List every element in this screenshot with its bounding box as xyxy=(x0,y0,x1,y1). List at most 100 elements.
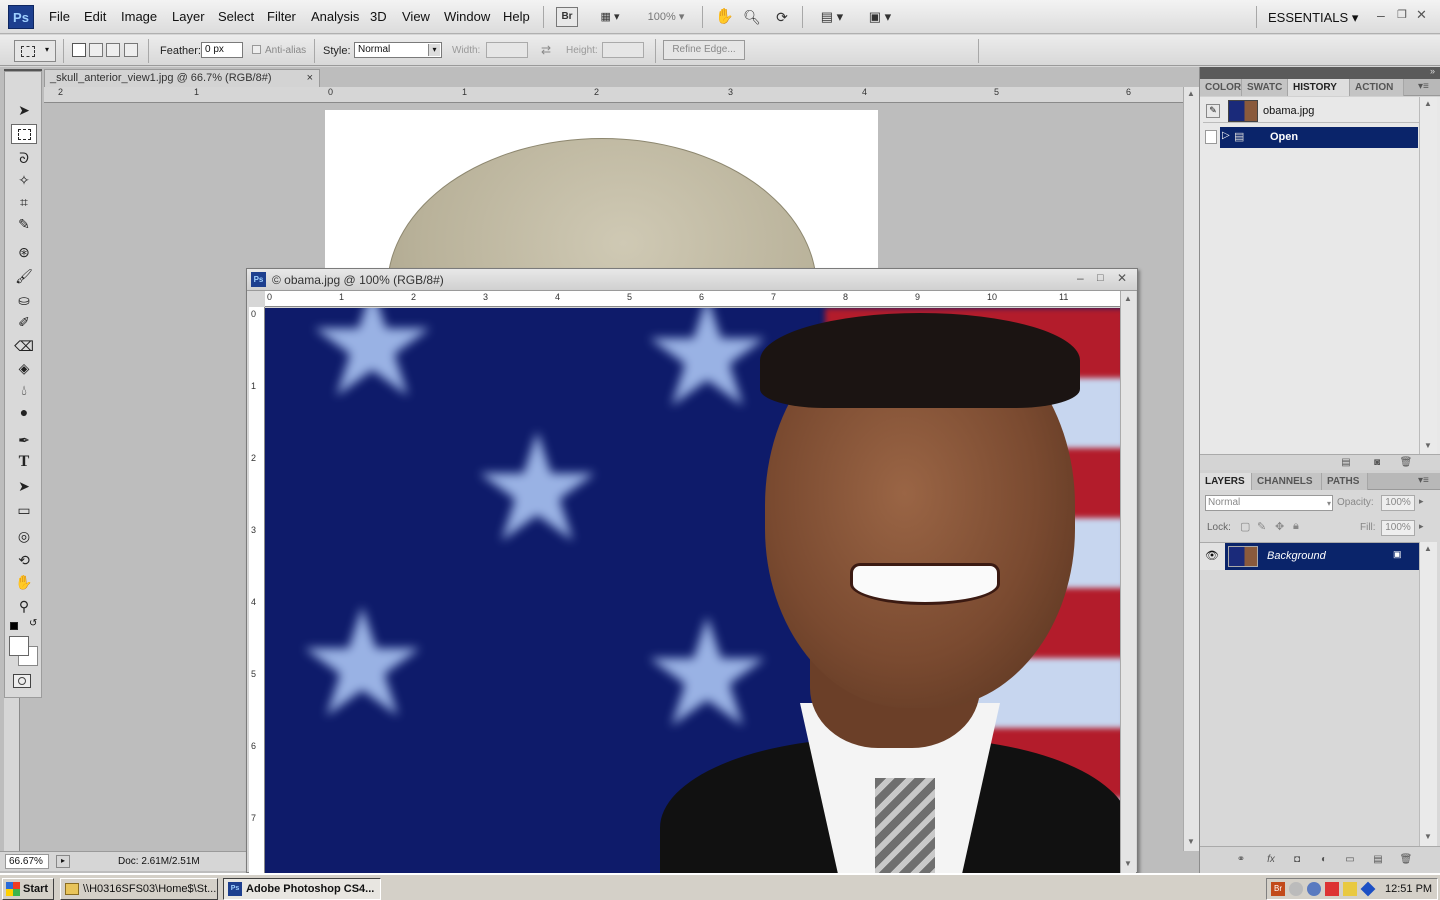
paint-bucket-tool-icon[interactable]: ◈ xyxy=(11,358,37,378)
delete-state-icon[interactable]: 🗑︎ xyxy=(1399,457,1413,469)
link-layers-icon[interactable]: ⚭ xyxy=(1234,854,1248,866)
bridge-tray-icon[interactable]: Br xyxy=(1271,882,1285,896)
skull-canvas[interactable] xyxy=(325,110,878,270)
width-input[interactable] xyxy=(486,42,528,58)
close-doc-icon[interactable]: ✕ xyxy=(1117,271,1127,285)
menu-3d[interactable]: 3D xyxy=(370,9,387,24)
vertical-scrollbar-skull[interactable]: ▲ ▼ xyxy=(1183,87,1199,851)
history-source-box[interactable] xyxy=(1205,130,1217,144)
menu-file[interactable]: File xyxy=(49,9,70,24)
anti-alias-checkbox[interactable] xyxy=(252,45,261,54)
history-scrollbar[interactable]: ▲ ▼ xyxy=(1419,97,1437,454)
add-mask-icon[interactable]: ◘ xyxy=(1290,854,1304,866)
rotate-view-icon[interactable]: ⟳ xyxy=(772,7,792,27)
crop-tool-icon[interactable]: ⌗ xyxy=(11,192,37,212)
workspace-switcher[interactable]: ESSENTIALS ▾ xyxy=(1268,10,1358,26)
quick-mask-icon[interactable] xyxy=(13,674,31,688)
lock-position-icon[interactable]: ✥ xyxy=(1275,520,1284,533)
swap-dimensions-icon[interactable]: ⇄ xyxy=(541,43,551,57)
history-brush-tool-icon[interactable]: ✐ xyxy=(11,312,37,332)
hand-tool-icon[interactable]: ✋ xyxy=(714,7,734,27)
document-title-bar[interactable]: Ps © obama.jpg @ 100% (RGB/8#) – □ ✕ xyxy=(247,269,1137,291)
obama-canvas[interactable]: ★ ★ ★ ★ ★ xyxy=(265,308,1120,873)
rectangular-marquee-tool-icon[interactable] xyxy=(11,124,37,144)
zoom-tool-icon[interactable]: ⚲ xyxy=(11,596,37,616)
pen-tool-icon[interactable]: ✒ xyxy=(11,430,37,450)
layer-visibility-eye-icon[interactable]: 👁︎ xyxy=(1203,547,1221,565)
menu-view[interactable]: View xyxy=(402,9,430,24)
history-brush-source-icon[interactable]: ✎ xyxy=(1206,104,1220,118)
scroll-up-icon[interactable]: ▲ xyxy=(1124,294,1132,303)
tab-layers[interactable]: LAYERS xyxy=(1200,473,1252,490)
intersect-selection-icon[interactable] xyxy=(124,43,138,57)
fill-slider-arrow-icon[interactable]: ▸ xyxy=(1419,521,1424,532)
scroll-up-icon[interactable]: ▲ xyxy=(1187,89,1195,98)
tab-swatches[interactable]: SWATC xyxy=(1242,79,1288,96)
menu-help[interactable]: Help xyxy=(503,9,530,24)
brush-tool-icon[interactable]: 🖌︎ xyxy=(11,266,37,286)
rectangle-shape-tool-icon[interactable]: ▭ xyxy=(11,500,37,520)
new-snapshot-icon[interactable]: ◙ xyxy=(1370,457,1384,469)
document-tab-skull[interactable]: _skull_anterior_view1.jpg @ 66.7% (RGB/8… xyxy=(44,69,320,87)
opacity-slider-arrow-icon[interactable]: ▸ xyxy=(1419,496,1424,507)
view-extras-icon[interactable]: ▦ ▾ xyxy=(592,7,628,27)
add-selection-icon[interactable] xyxy=(89,43,103,57)
tray-icon[interactable] xyxy=(1289,882,1303,896)
menu-layer[interactable]: Layer xyxy=(172,9,205,24)
menu-window[interactable]: Window xyxy=(444,9,490,24)
style-select[interactable]: Normal ▾ xyxy=(354,42,442,58)
taskbar-item-photoshop[interactable]: Ps Adobe Photoshop CS4... xyxy=(223,878,381,900)
tray-icon[interactable] xyxy=(1307,882,1321,896)
blend-mode-select[interactable]: Normal ▾ xyxy=(1205,495,1333,511)
minimize-doc-icon[interactable]: – xyxy=(1077,271,1084,285)
start-button[interactable]: Start xyxy=(2,878,54,900)
feather-input[interactable]: 0 px xyxy=(201,42,243,58)
menu-analysis[interactable]: Analysis xyxy=(311,9,359,24)
vertical-scrollbar-obama[interactable]: ▲ ▼ xyxy=(1120,291,1136,873)
collapse-panels-icon[interactable]: » xyxy=(1430,66,1435,76)
tab-actions[interactable]: ACTION xyxy=(1350,79,1404,96)
3d-rotate-tool-icon[interactable]: ◎ xyxy=(11,526,37,546)
minimize-app-icon[interactable]: – xyxy=(1377,7,1385,23)
spot-healing-tool-icon[interactable]: ⊛ xyxy=(11,242,37,262)
adjustment-layer-icon[interactable]: ◐ xyxy=(1317,854,1331,866)
tab-history[interactable]: HISTORY xyxy=(1288,79,1350,96)
arrange-documents-icon[interactable]: ▤ ▾ xyxy=(814,7,850,27)
fill-input[interactable]: 100% xyxy=(1381,520,1415,536)
close-app-icon[interactable]: ✕ xyxy=(1416,7,1427,23)
new-layer-icon[interactable]: ▤ xyxy=(1371,854,1385,866)
eyedropper-tool-icon[interactable]: ✎ xyxy=(11,214,37,234)
menu-select[interactable]: Select xyxy=(218,9,254,24)
new-document-from-state-icon[interactable]: ▤ xyxy=(1339,457,1353,469)
dodge-tool-icon[interactable]: ● xyxy=(11,402,37,422)
history-state-slider-icon[interactable]: ▷ xyxy=(1222,130,1230,141)
new-group-icon[interactable]: ▭ xyxy=(1343,854,1357,866)
maximize-doc-icon[interactable]: □ xyxy=(1097,272,1104,284)
foreground-color-swatch[interactable] xyxy=(9,636,29,656)
clone-stamp-tool-icon[interactable]: ⛀ xyxy=(11,290,37,310)
lock-transparency-icon[interactable]: ▢ xyxy=(1240,520,1250,533)
move-tool-icon[interactable]: ➤ xyxy=(11,100,37,120)
history-state-open[interactable]: ▷ ▤ Open xyxy=(1200,127,1419,148)
tray-icon[interactable] xyxy=(1360,881,1376,897)
panel-menu-icon[interactable]: ▾≡ xyxy=(1418,475,1429,486)
status-menu-icon[interactable]: ▸ xyxy=(56,855,70,868)
opacity-input[interactable]: 100% xyxy=(1381,495,1415,511)
type-tool-icon[interactable]: T xyxy=(11,452,37,472)
security-shield-icon[interactable] xyxy=(1343,882,1357,896)
zoom-tool-icon[interactable]: 🔍︎ xyxy=(742,7,762,27)
eraser-tool-icon[interactable]: ⌫ xyxy=(11,336,37,356)
menu-filter[interactable]: Filter xyxy=(267,9,296,24)
menu-edit[interactable]: Edit xyxy=(84,9,106,24)
magic-wand-tool-icon[interactable]: ✧ xyxy=(11,170,37,190)
close-tab-icon[interactable]: × xyxy=(307,70,313,86)
layer-row-background[interactable]: 👁︎ Background ▣ xyxy=(1200,543,1420,570)
tab-paths[interactable]: PATHS xyxy=(1322,473,1368,490)
tray-icon[interactable] xyxy=(1325,882,1339,896)
delete-layer-icon[interactable]: 🗑︎ xyxy=(1399,854,1413,866)
path-selection-tool-icon[interactable]: ➤ xyxy=(11,476,37,496)
scroll-down-icon[interactable]: ▼ xyxy=(1124,859,1132,868)
3d-orbit-tool-icon[interactable]: ⟲ xyxy=(11,550,37,570)
lock-all-icon[interactable]: 🔒︎ xyxy=(1293,520,1299,533)
menu-image[interactable]: Image xyxy=(121,9,157,24)
